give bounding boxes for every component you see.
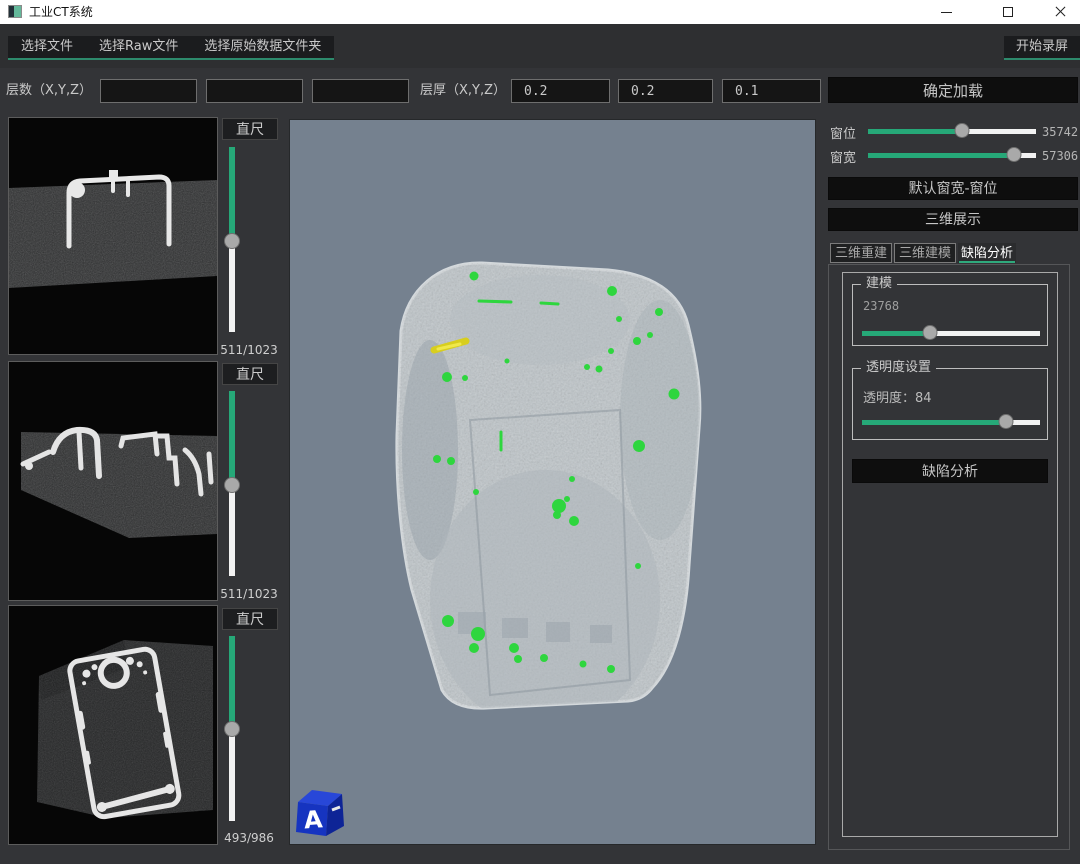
window-title: 工业CT系统 <box>29 0 93 24</box>
start-recording-button[interactable]: 开始录屏 <box>1004 36 1080 60</box>
close-button[interactable] <box>1042 0 1078 24</box>
select-file-button[interactable]: 选择文件 <box>8 36 86 58</box>
tab-3d-reconstruction[interactable]: 三维重建 <box>830 243 892 263</box>
select-raw-data-folder-button[interactable]: 选择原始数据文件夹 <box>191 36 334 58</box>
display-3d-button[interactable]: 三维展示 <box>828 208 1078 231</box>
opacity-value-label: 透明度：84 <box>863 387 932 406</box>
renderer-logo-cube: A <box>296 790 344 836</box>
select-raw-file-button[interactable]: 选择Raw文件 <box>86 36 191 58</box>
layers-label: 层数（X,Y,Z） <box>6 78 92 104</box>
modeling-value: 23768 <box>863 299 899 313</box>
slice-image-xy <box>9 118 217 354</box>
thickness-y-input[interactable] <box>618 79 713 103</box>
slider-track[interactable] <box>862 331 1040 336</box>
layers-x-input[interactable] <box>100 79 197 103</box>
slider-handle[interactable] <box>224 233 240 249</box>
slice-slider-3[interactable] <box>223 636 241 821</box>
defect-analysis-frame <box>842 272 1058 837</box>
ruler-button-3[interactable]: 直尺 <box>222 608 278 630</box>
window-width-slider[interactable] <box>868 147 1036 163</box>
viewport-3d[interactable]: A <box>289 119 816 845</box>
window-level-label: 窗位 <box>830 123 856 142</box>
ruler-button-1[interactable]: 直尺 <box>222 118 278 140</box>
opacity-slider[interactable] <box>862 414 1040 430</box>
window-level-slider[interactable] <box>868 123 1036 139</box>
maximize-button[interactable] <box>990 0 1026 24</box>
thickness-label: 层厚（X,Y,Z） <box>420 78 506 104</box>
window-width-label: 窗宽 <box>830 147 856 166</box>
window-level-value: 35742 <box>1042 125 1078 139</box>
slice-slider-1[interactable] <box>223 147 241 332</box>
slider-handle[interactable] <box>922 325 937 340</box>
slider-handle[interactable] <box>1007 147 1022 162</box>
slice-position-2: 511/1023 <box>218 587 280 601</box>
thickness-z-input[interactable] <box>722 79 821 103</box>
svg-text:A: A <box>303 805 324 834</box>
default-ww-wl-button[interactable]: 默认窗宽-窗位 <box>828 177 1078 200</box>
modeling-slider[interactable] <box>862 325 1040 341</box>
titlebar[interactable]: 工业CT系统 <box>0 0 1080 24</box>
maximize-icon <box>1003 7 1013 17</box>
slice-slider-2[interactable] <box>223 391 241 576</box>
tab-3d-modeling[interactable]: 三维建模 <box>894 243 956 263</box>
modeling-group-title: 建模 <box>861 276 897 292</box>
slider-track[interactable] <box>868 129 1036 134</box>
slider-handle[interactable] <box>955 123 970 138</box>
slice-position-3: 493/986 <box>218 831 280 845</box>
app-icon <box>8 5 22 18</box>
defect-analysis-button[interactable]: 缺陷分析 <box>852 459 1048 483</box>
confirm-load-button[interactable]: 确定加载 <box>828 77 1078 103</box>
window-width-value: 57306 <box>1042 149 1078 163</box>
layers-y-input[interactable] <box>206 79 303 103</box>
slice-view-top <box>8 117 218 355</box>
layers-z-input[interactable] <box>312 79 409 103</box>
slice-view-middle <box>8 361 218 601</box>
minimize-icon <box>941 12 952 13</box>
slice-image-xz <box>9 362 217 600</box>
thickness-x-input[interactable] <box>511 79 610 103</box>
file-button-group: 选择文件 选择Raw文件 选择原始数据文件夹 <box>8 36 334 60</box>
slider-handle[interactable] <box>224 477 240 493</box>
ct-volume-render: A <box>290 120 815 844</box>
slice-view-bottom <box>8 605 218 845</box>
toolbar: 选择文件 选择Raw文件 选择原始数据文件夹 开始录屏 <box>0 24 1080 68</box>
opacity-group-title: 透明度设置 <box>861 360 936 376</box>
slider-handle[interactable] <box>999 414 1014 429</box>
minimize-button[interactable] <box>928 0 964 24</box>
tab-defect-analysis[interactable]: 缺陷分析 <box>958 243 1016 263</box>
slider-handle[interactable] <box>224 721 240 737</box>
ruler-button-2[interactable]: 直尺 <box>222 363 278 385</box>
slice-image-yz <box>9 606 217 844</box>
slice-position-1: 511/1023 <box>218 343 280 357</box>
